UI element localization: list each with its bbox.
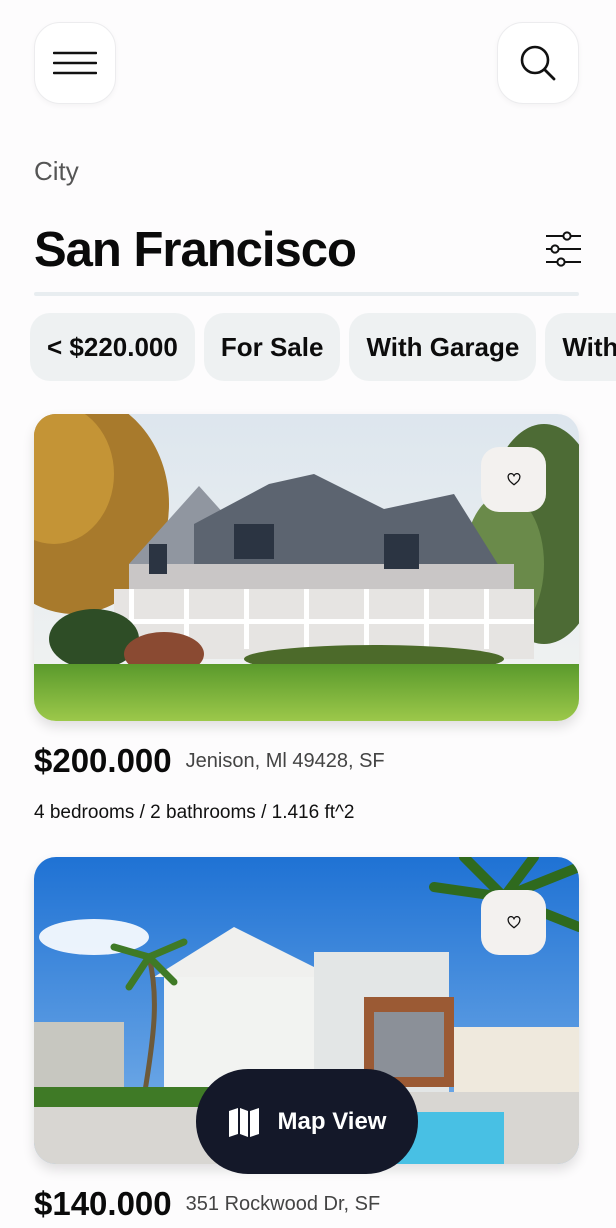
- filter-chip-for-sale[interactable]: For Sale: [203, 313, 341, 381]
- listing-card[interactable]: $200.000 Jenison, Ml 49428, SF 4 bedrooms…: [34, 414, 579, 823]
- listing-price: $200.000: [34, 742, 172, 779]
- map-view-button[interactable]: Map View: [196, 1069, 418, 1174]
- map-icon: [228, 1107, 259, 1137]
- sliders-filter-icon: [546, 231, 581, 267]
- menu-button[interactable]: [34, 22, 116, 104]
- filter-chip-more[interactable]: With B: [545, 313, 616, 381]
- filter-chips: < $220.000For SaleWith GarageWith B: [30, 313, 616, 381]
- listing-photo[interactable]: [34, 414, 579, 721]
- price-row: $140.000 351 Rockwood Dr, SF: [34, 1185, 380, 1223]
- heart-icon: [507, 916, 520, 929]
- heart-icon: [507, 473, 520, 486]
- favorite-button[interactable]: [481, 447, 546, 512]
- hamburger-menu-icon: [53, 51, 97, 75]
- filter-chip-price[interactable]: < $220.000: [30, 313, 195, 381]
- city-title[interactable]: San Francisco: [34, 222, 357, 278]
- favorite-button[interactable]: [481, 890, 546, 955]
- map-view-label: Map View: [277, 1107, 387, 1135]
- listing-address: 351 Rockwood Dr, SF: [185, 1192, 381, 1215]
- listing-address: Jenison, Ml 49428, SF: [185, 749, 385, 772]
- filter-settings-button[interactable]: [538, 226, 588, 272]
- search-icon: [520, 45, 556, 81]
- price-row: $200.000 Jenison, Ml 49428, SF: [34, 742, 385, 780]
- filter-chip-garage[interactable]: With Garage: [349, 313, 537, 381]
- listing-details: 4 bedrooms / 2 bathrooms / 1.416 ft^2: [34, 802, 355, 823]
- listing-price: $140.000: [34, 1185, 172, 1222]
- search-button[interactable]: [497, 22, 579, 104]
- title-divider: [34, 292, 579, 296]
- city-label: City: [34, 156, 79, 186]
